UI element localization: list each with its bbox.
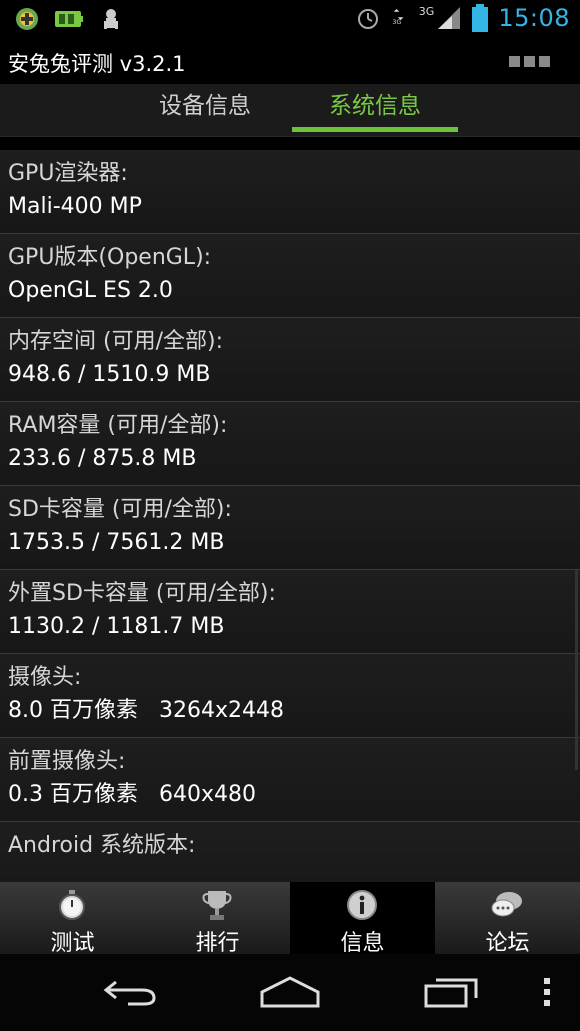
info-value: 1130.2 / 1181.7 MB <box>8 614 225 639</box>
nav-info[interactable]: 信息 <box>290 882 435 956</box>
list-item: RAM容量 (可用/全部): 233.6 / 875.8 MB <box>0 402 580 486</box>
system-info-list[interactable]: GPU渲染器: Mali-400 MP GPU版本(OpenGL): OpenG… <box>0 150 580 882</box>
info-label: RAM容量 (可用/全部): <box>8 413 228 438</box>
info-value: 1753.5 / 7561.2 MB <box>8 530 225 555</box>
nav-label: 测试 <box>50 931 95 956</box>
list-item: GPU渲染器: Mali-400 MP <box>0 150 580 234</box>
list-item: SD卡容量 (可用/全部): 1753.5 / 7561.2 MB <box>0 486 580 570</box>
battery-app-icon <box>55 11 83 27</box>
info-label: 外置SD卡容量 (可用/全部): <box>8 581 276 606</box>
nav-ranking[interactable]: 排行 <box>145 882 290 956</box>
svg-text:3G: 3G <box>392 19 401 26</box>
list-item: 外置SD卡容量 (可用/全部): 1130.2 / 1181.7 MB <box>0 570 580 654</box>
back-button[interactable] <box>100 974 160 1010</box>
overflow-menu-button[interactable] <box>509 56 550 67</box>
info-value: 0.3 百万像素 640x480 <box>8 782 256 807</box>
tab-device-info[interactable]: 设备信息 <box>120 84 290 136</box>
info-value: Mali-400 MP <box>8 194 142 219</box>
info-label: 前置摄像头: <box>8 749 126 774</box>
nav-label: 排行 <box>195 931 240 956</box>
menu-dot-icon <box>524 56 535 67</box>
alarm-icon <box>357 9 378 29</box>
nav-forum[interactable]: 论坛 <box>435 882 580 956</box>
tab-bar: 设备信息 系统信息 <box>0 84 580 137</box>
tab-indicator <box>292 127 458 132</box>
debug-icon <box>104 9 118 29</box>
system-navigation-bar <box>0 954 580 1031</box>
list-item: Android 系统版本: <box>0 822 580 882</box>
info-label: Android 系统版本: <box>8 833 196 858</box>
nav-label: 论坛 <box>485 931 530 956</box>
data-transfer-icon: 3G <box>392 9 404 26</box>
recent-apps-button[interactable] <box>420 974 484 1010</box>
info-value: 948.6 / 1510.9 MB <box>8 362 211 387</box>
nav-test[interactable]: 测试 <box>0 882 145 956</box>
trophy-icon <box>202 891 232 920</box>
info-value: 8.0 百万像素 3264x2448 <box>8 698 284 723</box>
tab-label: 系统信息 <box>329 93 421 119</box>
list-item: 前置摄像头: 0.3 百万像素 640x480 <box>0 738 580 822</box>
status-bar: 3G 3G 15:08 <box>0 0 580 40</box>
bottom-navigation: 测试 排行 信息 论坛 <box>0 882 580 956</box>
info-value: OpenGL ES 2.0 <box>8 278 173 303</box>
chat-bubbles-icon <box>491 892 522 917</box>
action-bar: 安兔兔评测 v3.2.1 <box>0 40 580 84</box>
list-item: GPU版本(OpenGL): OpenGL ES 2.0 <box>0 234 580 318</box>
menu-dot-icon <box>539 56 550 67</box>
info-label: 摄像头: <box>8 665 82 690</box>
list-item: 摄像头: 8.0 百万像素 3264x2448 <box>0 654 580 738</box>
tab-system-info[interactable]: 系统信息 <box>292 84 458 136</box>
signal-icon <box>438 7 461 29</box>
menu-dot-icon <box>509 56 520 67</box>
app-title: 安兔兔评测 v3.2.1 <box>8 52 186 76</box>
list-item: 内存空间 (可用/全部): 948.6 / 1510.9 MB <box>0 318 580 402</box>
scrollbar[interactable] <box>575 570 578 770</box>
info-label: 内存空间 (可用/全部): <box>8 329 223 354</box>
battery-icon <box>472 4 489 32</box>
overflow-menu-icon[interactable] <box>540 974 554 1010</box>
nav-label: 信息 <box>340 931 385 956</box>
info-icon <box>347 890 377 920</box>
info-label: GPU版本(OpenGL): <box>8 245 212 270</box>
status-time: 15:08 <box>498 4 570 32</box>
info-value: 233.6 / 875.8 MB <box>8 446 197 471</box>
network-type: 3G <box>418 4 435 18</box>
stopwatch-icon <box>59 890 85 920</box>
info-label: SD卡容量 (可用/全部): <box>8 497 232 522</box>
info-label: GPU渲染器: <box>8 161 128 186</box>
home-button[interactable] <box>258 974 322 1010</box>
game-icon <box>16 8 38 30</box>
